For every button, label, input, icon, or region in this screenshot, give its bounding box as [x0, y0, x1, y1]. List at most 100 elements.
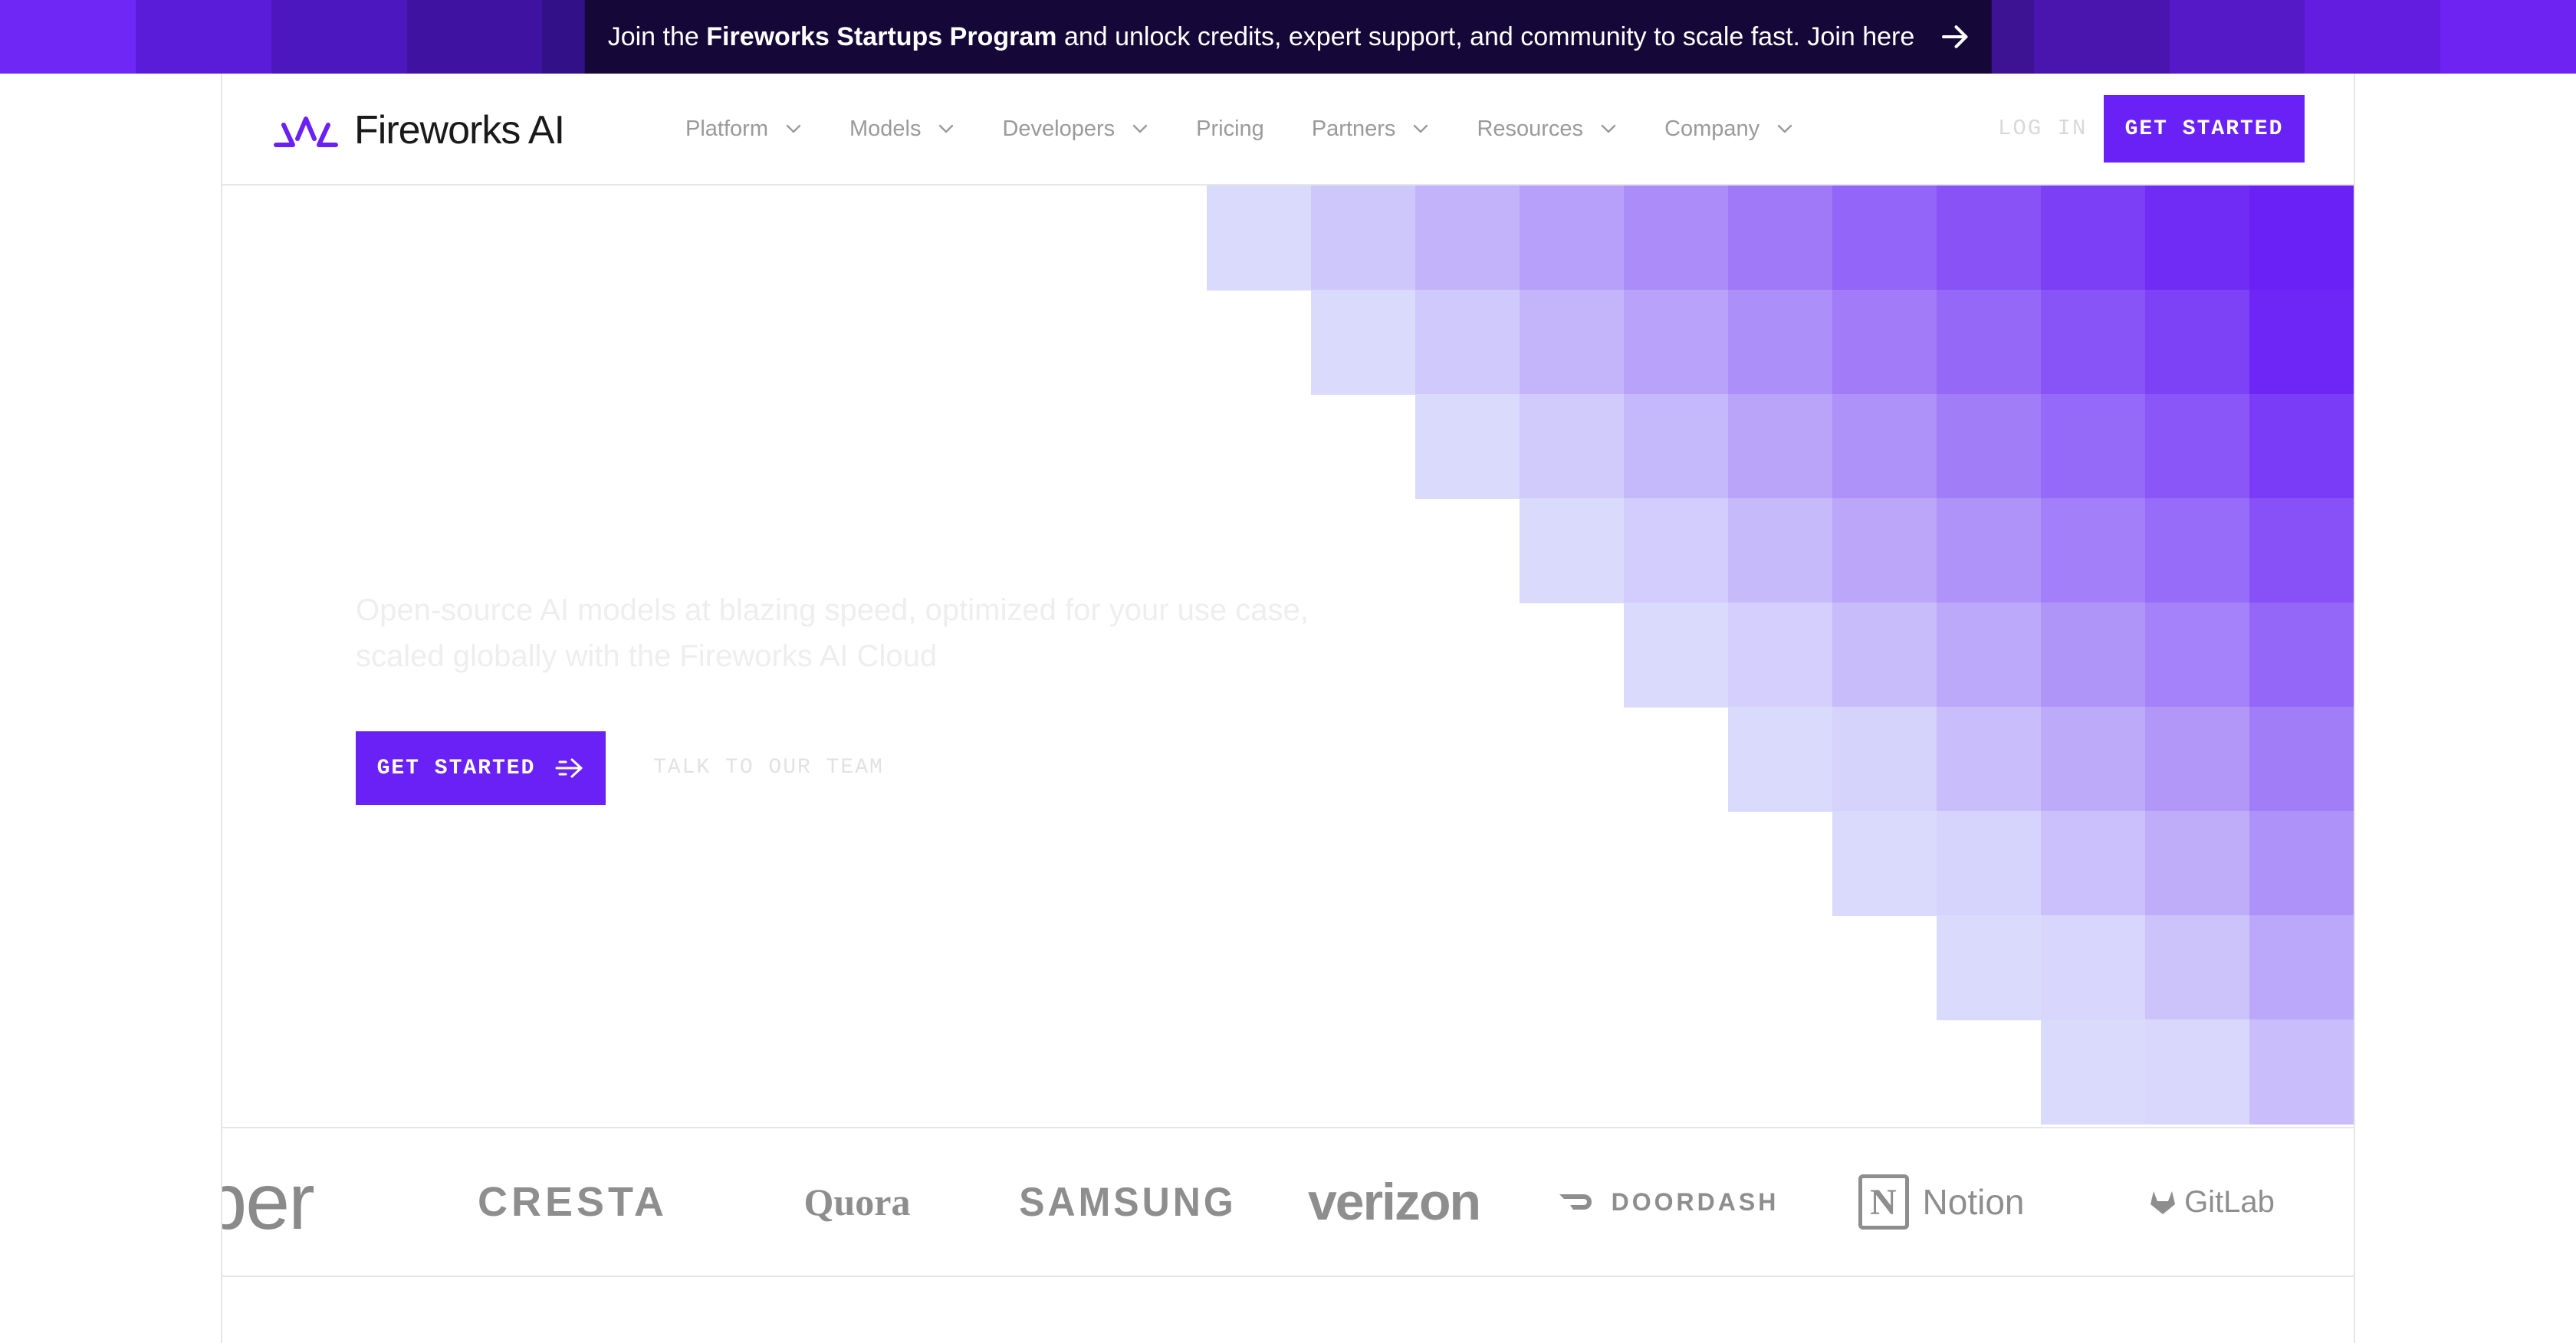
- mosaic-tile: [2041, 1020, 2146, 1125]
- nav-item-pricing[interactable]: Pricing: [1196, 117, 1264, 142]
- mosaic-tile: [1832, 707, 1937, 812]
- cresta-logo: CRESTA: [477, 1179, 668, 1225]
- banner-stripe: [406, 0, 543, 74]
- notion-logo: N Notion: [1826, 1128, 2056, 1276]
- mosaic-tile: [2041, 915, 2146, 1020]
- fireworks-logo-icon: [274, 117, 338, 147]
- main-nav: Platform Models Developers Pricing Partners R…: [685, 74, 1841, 184]
- nav-item-label: Models: [849, 116, 922, 141]
- arrow-right-icon: [1941, 25, 1967, 48]
- mosaic-tile: [2145, 603, 2250, 708]
- mosaic-tile: [1624, 498, 1729, 603]
- mosaic-tile: [2249, 290, 2354, 395]
- logos-divider: [221, 1276, 2355, 1277]
- mosaic-tile: [2249, 707, 2354, 812]
- mosaic-tile: [2249, 394, 2354, 499]
- brand-name: Fireworks AI: [354, 108, 565, 153]
- hero-get-started-label: GET STARTED: [376, 756, 536, 780]
- doordash-logo: DOORDASH: [1546, 1128, 1791, 1276]
- chevron-down-icon: [786, 124, 801, 133]
- banner-stripe: [2305, 0, 2441, 74]
- mosaic-tile: [2249, 603, 2354, 708]
- mosaic-tile: [2145, 707, 2250, 812]
- mosaic-tile: [1415, 394, 1520, 499]
- mosaic-tile: [2041, 290, 2146, 395]
- hero-get-started-button[interactable]: GET STARTED: [356, 731, 606, 805]
- nav-item-developers[interactable]: Developers: [1002, 117, 1148, 142]
- nav-item-models[interactable]: Models: [849, 117, 955, 142]
- mosaic-tile: [1937, 186, 2042, 291]
- hero-subtitle: Open-source AI models at blazing speed, …: [356, 593, 1309, 673]
- mosaic-tile: [2041, 186, 2146, 291]
- mosaic-tile: [1728, 498, 1833, 603]
- mosaic-tile: [1520, 498, 1625, 603]
- chevron-down-icon: [1777, 124, 1792, 133]
- mosaic-tile: [1937, 811, 2042, 916]
- mosaic-tile: [1832, 394, 1937, 499]
- mosaic-tile: [1832, 811, 1937, 916]
- mosaic-tile: [1728, 186, 1833, 291]
- quora-logo: Quora: [803, 1180, 911, 1223]
- hero-mosaic: [1207, 186, 2354, 1127]
- mosaic-tile: [2041, 394, 2146, 499]
- doordash-icon: [1559, 1194, 1592, 1210]
- banner-stripe: [271, 0, 407, 74]
- mosaic-tile: [2041, 707, 2146, 812]
- nav-item-label: Platform: [685, 116, 768, 141]
- nav-item-label: Resources: [1477, 116, 1584, 141]
- gitlab-icon: [2150, 1191, 2176, 1214]
- promo-banner: Join the Fireworks Startups Program and …: [0, 0, 2576, 74]
- mosaic-tile: [1624, 290, 1729, 395]
- mosaic-tile: [2145, 290, 2250, 395]
- mosaic-tile: [1937, 394, 2042, 499]
- mosaic-tile: [1520, 186, 1625, 291]
- mosaic-tile: [1415, 186, 1520, 291]
- mosaic-tile: [2249, 498, 2354, 603]
- startups-program-link[interactable]: Join the Fireworks Startups Program and …: [584, 0, 1992, 74]
- mosaic-tile: [2041, 603, 2146, 708]
- mosaic-tile: [2249, 811, 2354, 916]
- mosaic-tile: [1832, 186, 1937, 291]
- nav-item-platform[interactable]: Platform: [685, 117, 802, 142]
- mosaic-tile: [1728, 394, 1833, 499]
- mosaic-tile: [1624, 394, 1729, 499]
- banner-stripe: [2033, 0, 2170, 74]
- mosaic-tile: [2145, 811, 2250, 916]
- mosaic-tile: [2249, 186, 2354, 291]
- mosaic-tile: [1937, 707, 2042, 812]
- nav-item-label: Pricing: [1196, 116, 1264, 141]
- mosaic-tile: [1728, 707, 1833, 812]
- mosaic-tile: [1207, 186, 1312, 291]
- mosaic-tile: [1832, 290, 1937, 395]
- nav-item-partners[interactable]: Partners: [1312, 117, 1430, 142]
- brand-logo[interactable]: Fireworks AI: [271, 107, 565, 153]
- nav-item-resources[interactable]: Resources: [1477, 117, 1617, 142]
- mosaic-tile: [1728, 603, 1833, 708]
- notion-icon: N: [1858, 1174, 1909, 1230]
- mosaic-tile: [1937, 498, 2042, 603]
- mosaic-tile: [1624, 603, 1729, 708]
- nav-item-label: Developers: [1002, 116, 1116, 141]
- mosaic-tile: [1520, 290, 1625, 395]
- talk-to-team-link[interactable]: TALK TO OUR TEAM: [653, 751, 884, 785]
- chevron-down-icon: [939, 124, 954, 133]
- header-get-started-button[interactable]: GET STARTED: [2104, 95, 2305, 163]
- arrow-right-icon: [555, 758, 583, 778]
- mosaic-tile: [2249, 1020, 2354, 1125]
- mosaic-tile: [1415, 290, 1520, 395]
- banner-stripe: [2440, 0, 2576, 74]
- gitlab-logo: GitLab: [2101, 1128, 2323, 1276]
- mosaic-tile: [2041, 811, 2146, 916]
- nav-item-label: Company: [1664, 116, 1760, 141]
- mosaic-tile: [2249, 915, 2354, 1020]
- banner-stripe: [0, 0, 136, 74]
- mosaic-tile: [1311, 290, 1416, 395]
- login-link[interactable]: LOG IN: [1998, 112, 2087, 146]
- nav-item-company[interactable]: Company: [1664, 117, 1793, 142]
- client-logos-strip: Uber CRESTA Quora SAMSUNG verizon DOORDA…: [222, 1128, 2354, 1276]
- chevron-down-icon: [1601, 124, 1616, 133]
- mosaic-tile: [1624, 186, 1729, 291]
- banner-text: Join the Fireworks Startups Program and …: [607, 21, 1915, 51]
- mosaic-tile: [1832, 603, 1937, 708]
- nav-item-label: Partners: [1311, 116, 1396, 141]
